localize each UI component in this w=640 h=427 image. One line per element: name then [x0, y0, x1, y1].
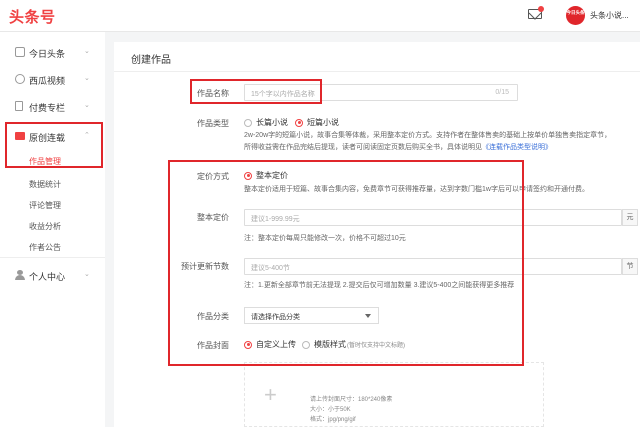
sidebar-sub-stats[interactable]: 数据统计	[29, 179, 61, 190]
divider	[114, 71, 640, 72]
sidebar-sub-comments[interactable]: 评论管理	[29, 200, 61, 211]
work-name-placeholder: 15个字以内作品名称	[251, 91, 315, 98]
cover-label: 作品封面	[197, 341, 229, 350]
radio-short-novel[interactable]: 短篇小说	[295, 117, 339, 128]
whole-price-input[interactable]: 建议1-999.99元	[244, 209, 622, 226]
upload-hint: 请上传封面尺寸：180*240像素	[310, 397, 393, 403]
radio-label: 短篇小说	[307, 118, 339, 127]
chapters-input[interactable]: 建议5-400节	[244, 258, 622, 275]
sidebar-item-label: 今日头条	[29, 49, 66, 59]
sidebar-item-toutiao[interactable]: 今日头条 ⌄	[0, 41, 105, 63]
notification-dot	[538, 6, 544, 12]
sidebar-item-label: 原创连载	[29, 133, 66, 143]
radio-label: 模版样式	[314, 340, 346, 349]
desc-line: 2w-20w字的短篇小说，故事合集等体裁，采用整本定价方式。支持作者在整体售卖的…	[244, 132, 612, 139]
plus-icon: +	[264, 382, 277, 407]
sidebar-item-paid-column[interactable]: 付费专栏 ⌄	[0, 95, 105, 117]
chevron-down-icon	[365, 314, 371, 318]
work-type-label: 作品类型	[197, 119, 229, 128]
radio-template-style[interactable]: 模版样式 (暂时仅支持中文标题)	[302, 339, 405, 350]
radio-icon	[302, 340, 310, 349]
upload-hint: 格式：jpg/png/gif	[310, 417, 356, 423]
page-title: 创建作品	[131, 55, 171, 66]
sidebar-sub-works[interactable]: 作品管理	[29, 156, 61, 167]
sidebar-sub-notice[interactable]: 作者公告	[29, 242, 61, 253]
sidebar-item-label: 付费专栏	[29, 103, 66, 113]
radio-icon	[244, 118, 252, 127]
doc-icon	[15, 101, 23, 111]
radio-custom-upload[interactable]: 自定义上传	[244, 339, 296, 350]
type-explain-link[interactable]: 《连载作品类型说明》	[482, 144, 552, 151]
play-circle-icon	[15, 74, 25, 84]
chevron-down-icon: ⌄	[84, 48, 90, 55]
top-bar: 头条号 今日头条 头条小说...	[0, 0, 640, 32]
sidebar-item-label: 个人中心	[29, 272, 66, 282]
template-note: (暂时仅支持中文标题)	[347, 343, 405, 349]
upload-hint: 大小：小于50K	[310, 407, 351, 413]
book-icon	[15, 132, 25, 140]
radio-label: 整本定价	[256, 171, 288, 180]
pricing-description: 整本定价适用于短篇、故事合集内容，免费章节可获得推荐量，达到字数门槛1w字后可以…	[244, 186, 589, 193]
avatar[interactable]: 今日头条	[566, 6, 585, 25]
chevron-down-icon: ⌄	[84, 75, 90, 82]
account-name[interactable]: 头条小说...	[590, 10, 629, 21]
user-icon	[15, 270, 25, 280]
category-label: 作品分类	[197, 312, 229, 321]
price-note: 注：整本定价每周只能修改一次，价格不可超过10元	[244, 235, 406, 242]
chapters-label: 预计更新节数	[181, 262, 229, 271]
radio-label: 长篇小说	[256, 118, 288, 127]
work-name-label: 作品名称	[197, 89, 229, 98]
pricing-method-label: 定价方式	[197, 172, 229, 181]
chevron-down-icon: ⌄	[84, 102, 90, 109]
whole-price-label: 整本定价	[197, 213, 229, 222]
sidebar-item-serial[interactable]: 原创连载 ⌃	[0, 125, 105, 147]
work-type-description: 2w-20w字的短篇小说，故事合集等体裁，采用整本定价方式。支持作者在整体售卖的…	[244, 130, 640, 154]
radio-whole-price[interactable]: 整本定价	[244, 170, 288, 181]
sidebar-item-xigua[interactable]: 西瓜视频 ⌄	[0, 68, 105, 90]
radio-selected-icon	[244, 171, 252, 180]
chevron-down-icon: ⌄	[84, 271, 90, 278]
divider	[0, 257, 105, 258]
chapters-placeholder: 建议5-400节	[251, 265, 290, 272]
sidebar-item-label: 西瓜视频	[29, 76, 66, 86]
price-placeholder: 建议1-999.99元	[251, 216, 300, 223]
cover-upload-area[interactable]: + 请上传封面尺寸：180*240像素 大小：小于50K 格式：jpg/png/…	[244, 362, 544, 427]
price-unit: 元	[622, 209, 638, 226]
category-select[interactable]: 请选择作品分类	[244, 307, 379, 324]
chevron-up-icon: ⌃	[84, 132, 90, 139]
work-name-input[interactable]: 15个字以内作品名称 0/15	[244, 84, 518, 101]
main-panel: 创建作品 作品名称 15个字以内作品名称 0/15 作品类型 长篇小说 短篇小说…	[114, 42, 640, 427]
desc-line: 所得收益需在作品完结后提现，读者可阅读固定页数后购买全书，具体说明见	[244, 144, 482, 151]
sidebar-sub-revenue[interactable]: 收益分析	[29, 221, 61, 232]
logo[interactable]: 头条号	[9, 6, 56, 27]
char-counter: 0/15	[495, 89, 509, 96]
sidebar-item-profile[interactable]: 个人中心 ⌄	[0, 264, 105, 286]
radio-selected-icon	[295, 118, 303, 127]
radio-selected-icon	[244, 340, 252, 349]
chapters-note: 注：1.更新全部章节前无法提现 2.提交后仅可增加数量 3.建议5-400之间能…	[244, 282, 515, 289]
chapters-unit: 节	[622, 258, 638, 275]
category-placeholder: 请选择作品分类	[251, 314, 300, 321]
sidebar: 今日头条 ⌄ 西瓜视频 ⌄ 付费专栏 ⌄ 原创连载 ⌃ 作品管理 数据统计 评论…	[0, 32, 105, 427]
radio-label: 自定义上传	[256, 340, 296, 349]
radio-long-novel[interactable]: 长篇小说	[244, 117, 288, 128]
square-icon	[15, 47, 25, 57]
